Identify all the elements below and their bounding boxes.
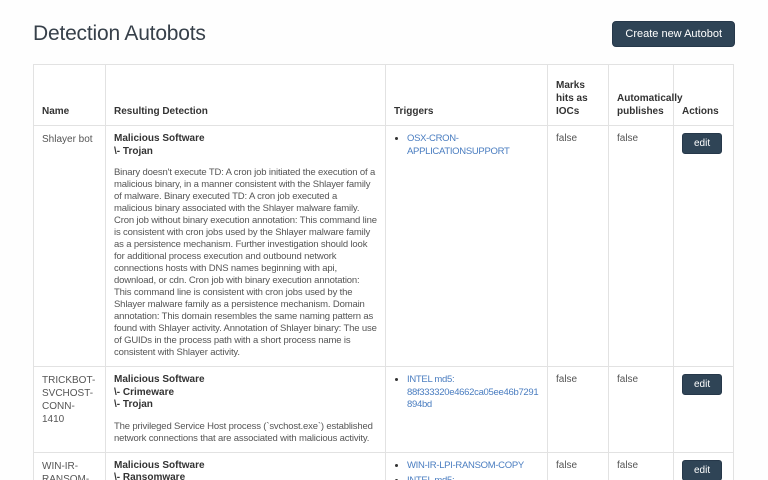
trigger-list-item: OSX-CRON-APPLICATIONSUPPORT <box>407 133 539 158</box>
column-header-automatically-publishes: Automatically publishes <box>609 65 674 126</box>
autobot-name: WIN-IR-RANSOM-COPY <box>34 452 106 480</box>
detection-category: Malicious Software <box>114 374 377 387</box>
detection-description: Binary doesn't execute TD: A cron job in… <box>114 167 377 359</box>
detection-subcategory: \- Ransomware <box>114 472 377 480</box>
trigger-list: OSX-CRON-APPLICATIONSUPPORT <box>394 133 539 158</box>
edit-button[interactable]: edit <box>682 460 722 480</box>
edit-button[interactable]: edit <box>682 133 722 154</box>
trigger-list: INTEL md5: 88f333320e4662ca05ee46b729189… <box>394 374 539 412</box>
marks-hits-as-iocs-value: false <box>548 452 609 480</box>
trigger-list: WIN-IR-LPI-RANSOM-COPY INTEL md5: 5ce70c… <box>394 460 539 480</box>
table-row: TRICKBOT-SVCHOST-CONN-1410 Malicious Sof… <box>34 367 734 453</box>
actions-cell: edit <box>674 367 734 453</box>
column-header-name: Name <box>34 65 106 126</box>
autobot-name: Shlayer bot <box>34 126 106 367</box>
trigger-link[interactable]: INTEL md5: 88f333320e4662ca05ee46b729189… <box>407 374 538 410</box>
trigger-link[interactable]: OSX-CRON-APPLICATIONSUPPORT <box>407 133 509 157</box>
trigger-list-item: INTEL md5: 88f333320e4662ca05ee46b729189… <box>407 374 539 412</box>
resulting-detection-cell: Malicious Software \- Trojan Binary does… <box>106 126 386 367</box>
automatically-publishes-value: false <box>609 452 674 480</box>
actions-cell: edit <box>674 452 734 480</box>
autobots-table: Name Resulting Detection Triggers Marks … <box>33 64 734 480</box>
detection-path: Malicious Software \- Crimeware \- Troja… <box>114 374 377 412</box>
actions-cell: edit <box>674 126 734 367</box>
trigger-link[interactable]: INTEL md5: 5ce70c0324852b67d48667b23e711… <box>407 475 536 480</box>
detection-path: Malicious Software \- Trojan <box>114 133 377 158</box>
resulting-detection-cell: Malicious Software \- Crimeware \- Troja… <box>106 367 386 453</box>
page-container: Detection Autobots Create new Autobot Na… <box>0 21 768 480</box>
page-title: Detection Autobots <box>33 22 206 46</box>
create-autobot-button[interactable]: Create new Autobot <box>612 21 735 47</box>
table-row: WIN-IR-RANSOM-COPY Malicious Software \-… <box>34 452 734 480</box>
table-header-row: Name Resulting Detection Triggers Marks … <box>34 65 734 126</box>
edit-button[interactable]: edit <box>682 374 722 395</box>
marks-hits-as-iocs-value: false <box>548 367 609 453</box>
detection-subcategory: \- Trojan <box>114 399 377 412</box>
detection-category: Malicious Software <box>114 460 377 473</box>
column-header-triggers: Triggers <box>386 65 548 126</box>
column-header-resulting-detection: Resulting Detection <box>106 65 386 126</box>
column-header-marks-hits-as-iocs: Marks hits as IOCs <box>548 65 609 126</box>
automatically-publishes-value: false <box>609 126 674 367</box>
autobot-name: TRICKBOT-SVCHOST-CONN-1410 <box>34 367 106 453</box>
triggers-cell: WIN-IR-LPI-RANSOM-COPY INTEL md5: 5ce70c… <box>386 452 548 480</box>
detection-description: The privileged Service Host process (`sv… <box>114 421 377 445</box>
trigger-list-item: INTEL md5: 5ce70c0324852b67d48667b23e711… <box>407 475 539 480</box>
detection-path: Malicious Software \- Ransomware <box>114 460 377 480</box>
resulting-detection-cell: Malicious Software \- Ransomware `PSexec… <box>106 452 386 480</box>
automatically-publishes-value: false <box>609 367 674 453</box>
trigger-list-item: WIN-IR-LPI-RANSOM-COPY <box>407 460 539 473</box>
table-row: Shlayer bot Malicious Software \- Trojan… <box>34 126 734 367</box>
page-header: Detection Autobots Create new Autobot <box>33 21 735 47</box>
detection-subcategory: \- Crimeware <box>114 387 377 400</box>
detection-subcategory: \- Trojan <box>114 146 377 159</box>
marks-hits-as-iocs-value: false <box>548 126 609 367</box>
trigger-link[interactable]: WIN-IR-LPI-RANSOM-COPY <box>407 460 524 471</box>
triggers-cell: INTEL md5: 88f333320e4662ca05ee46b729189… <box>386 367 548 453</box>
detection-category: Malicious Software <box>114 133 377 146</box>
triggers-cell: OSX-CRON-APPLICATIONSUPPORT <box>386 126 548 367</box>
